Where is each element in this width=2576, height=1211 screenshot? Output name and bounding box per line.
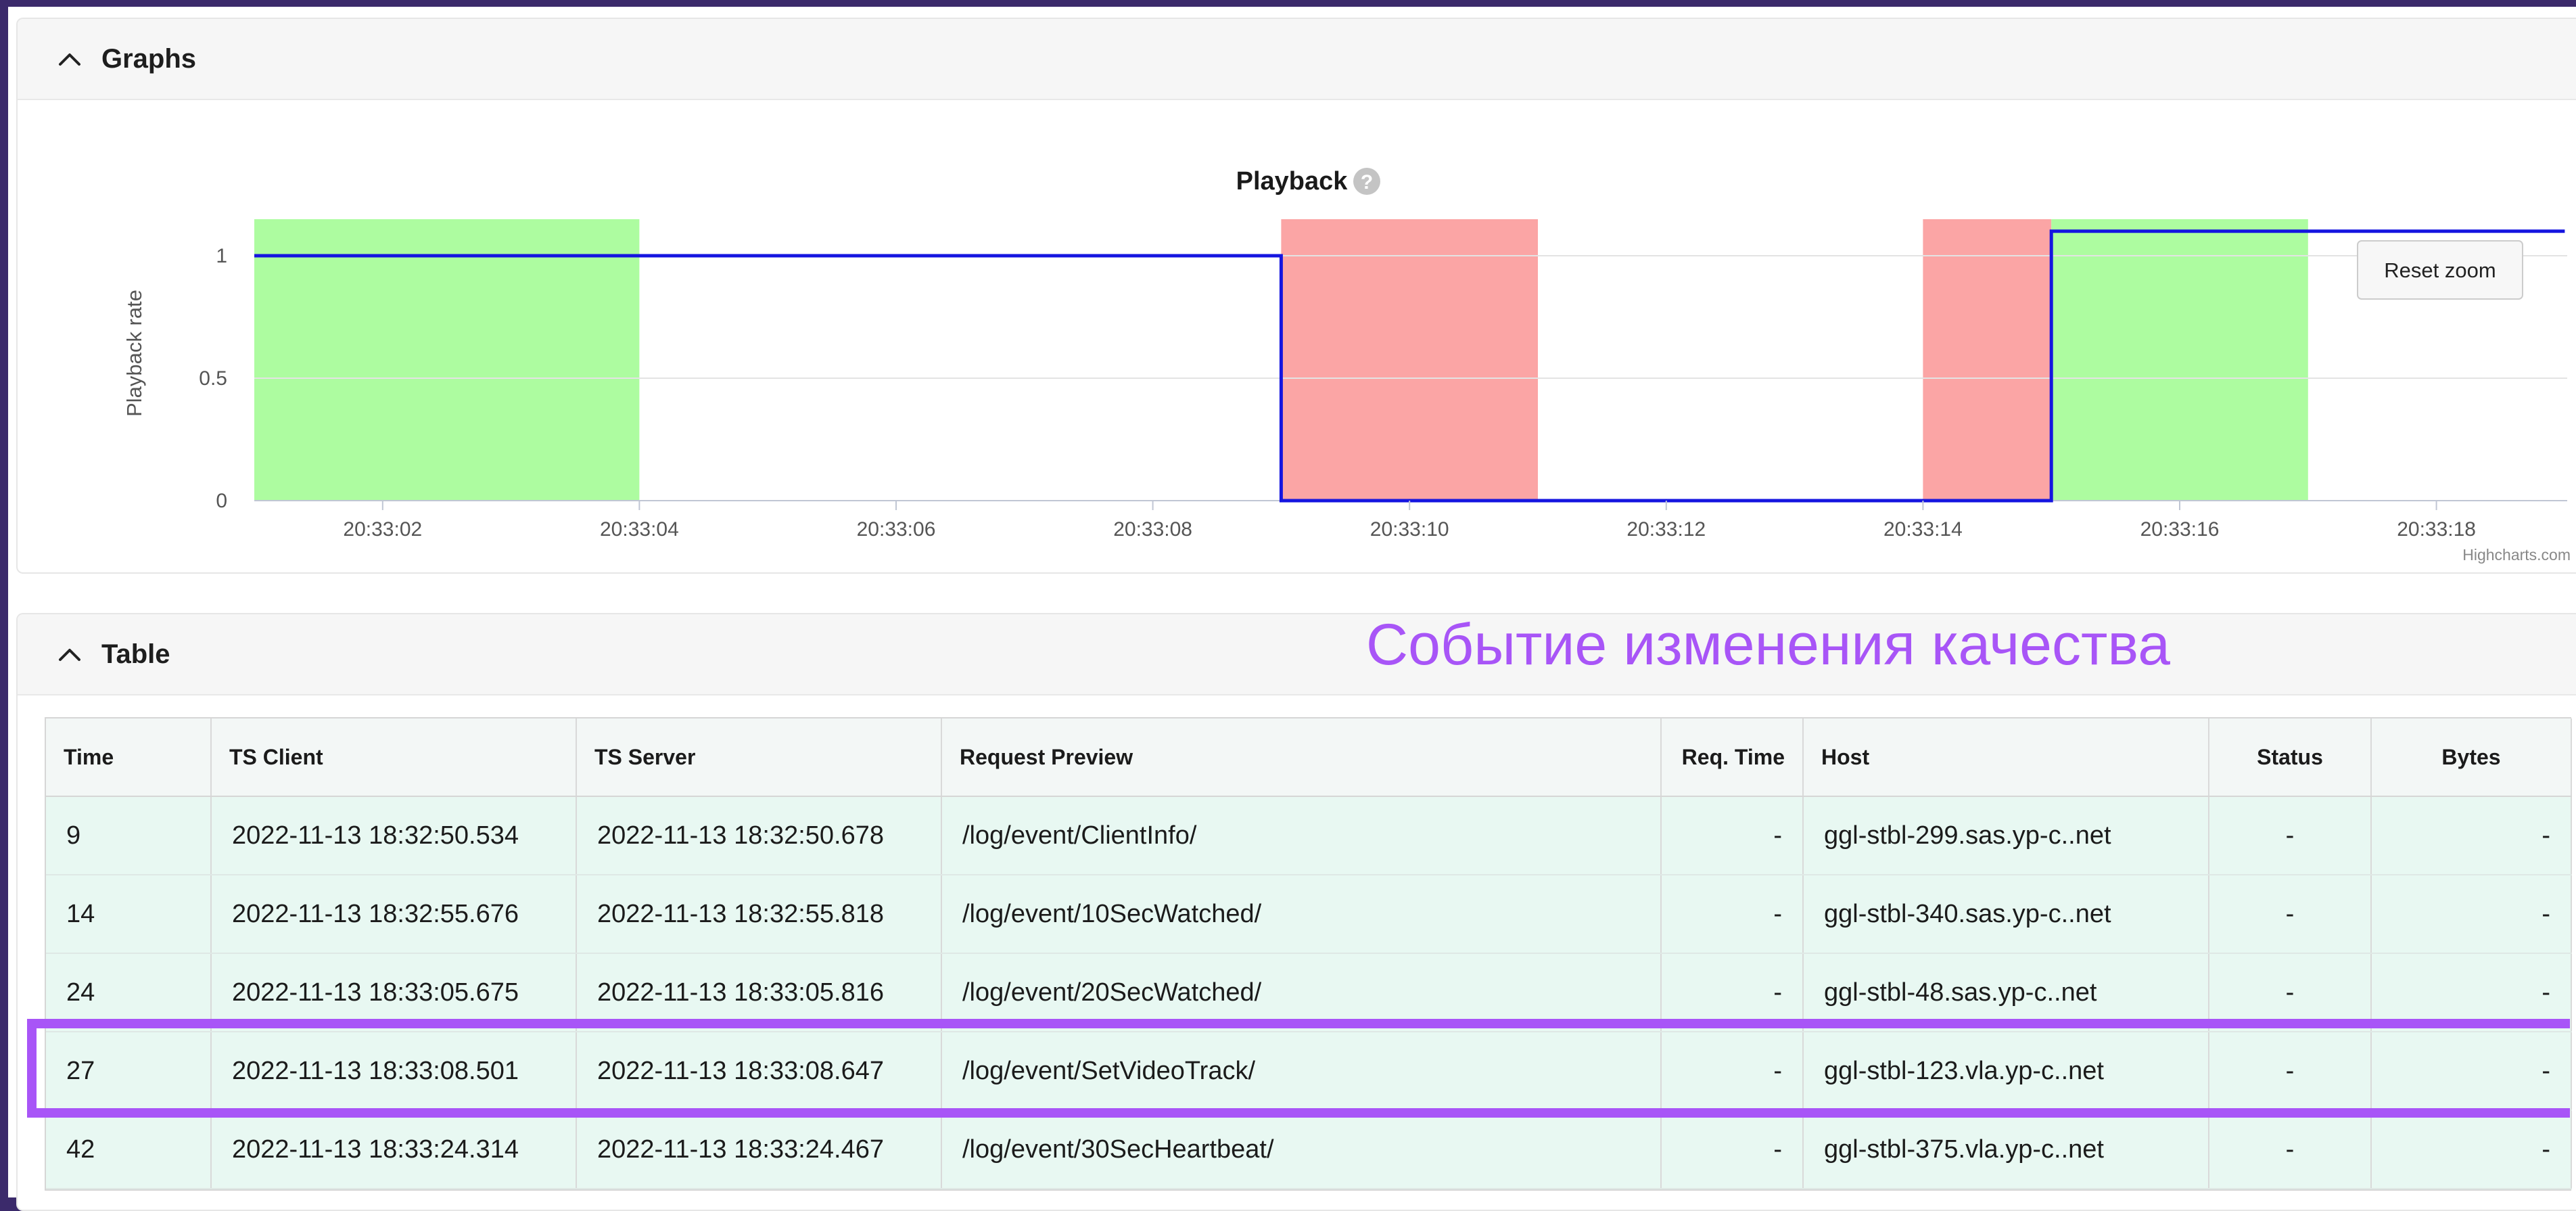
x-tick-label: 20:33:08 [1113,518,1192,541]
plot-band [1281,219,1538,501]
cell-status: - [2209,875,2372,954]
cell-status: - [2209,796,2372,875]
chart-title: Playback [1236,167,1349,196]
highcharts-credits[interactable]: Highcharts.com [2462,546,2571,564]
x-tick-label: 20:33:06 [857,518,936,541]
y-axis-title: Playback rate [122,290,146,417]
col-header-request-preview[interactable]: Request Preview [941,718,1662,797]
cell-time: 14 [46,875,212,954]
graphs-panel-header[interactable]: Graphs [18,19,2576,100]
x-tick-label: 20:33:10 [1370,518,1449,541]
table-title: Table [101,639,170,669]
reset-zoom-label: Reset zoom [2384,258,2496,282]
plot-band [2051,219,2308,501]
plot-band [254,219,640,501]
col-header-host[interactable]: Host [1803,718,2209,797]
x-tick-label: 20:33:14 [1883,518,1963,541]
col-header-status[interactable]: Status [2209,718,2372,797]
events-table: Time TS Client TS Server Request Preview… [45,717,2572,1191]
cell-bytes: - [2371,796,2572,875]
plot-band [1923,219,2052,501]
x-tick-label: 20:33:02 [343,518,422,541]
table-panel-header[interactable]: Table [18,614,2576,695]
table-row[interactable]: 9 2022-11-13 18:32:50.534 2022-11-13 18:… [46,796,2572,875]
x-tick-label: 20:33:12 [1626,518,1706,541]
reset-zoom-button[interactable]: Reset zoom [2357,240,2523,300]
cell-bytes: - [2371,1110,2572,1189]
cell-request-preview: /log/event/10SecWatched/ [941,875,1662,954]
cell-time: 9 [46,796,212,875]
cell-ts-client: 2022-11-13 18:32:55.676 [211,875,577,954]
cell-ts-client: 2022-11-13 18:32:50.534 [211,796,577,875]
graphs-title: Graphs [101,43,197,74]
chevron-up-icon[interactable] [50,635,89,674]
cell-host: ggl-stbl-299.sas.yp-c..net [1803,796,2209,875]
playback-chart[interactable]: 20:33:02 20:33:04 20:33:06 20:33:08 20:33:10… [18,100,2576,574]
cell-status: - [2209,1110,2372,1189]
cell-req-time: - [1661,796,1804,875]
x-axis-ticks: 20:33:02 20:33:04 20:33:06 20:33:08 20:33:10… [343,501,2476,541]
graphs-panel: Graphs 20:33:02 20:33:04 20:33:06 20:33:08 2… [16,18,2576,574]
table-row[interactable]: 42 2022-11-13 18:33:24.314 2022-11-13 18… [46,1110,2572,1189]
cell-ts-client: 2022-11-13 18:33:24.314 [211,1110,577,1189]
table-header-row: Time TS Client TS Server Request Preview… [46,718,2572,797]
chevron-up-icon[interactable] [50,39,89,78]
annotation-label: Событие изменения качества [1366,612,2170,677]
highlight-box [27,1019,2570,1118]
col-header-ts-server[interactable]: TS Server [576,718,942,797]
table-row[interactable]: 14 2022-11-13 18:32:55.676 2022-11-13 18… [46,875,2572,954]
y-tick-label: 1 [216,245,227,267]
cell-ts-server: 2022-11-13 18:33:24.467 [576,1110,942,1189]
col-header-bytes[interactable]: Bytes [2371,718,2572,797]
help-icon[interactable]: ? [1353,168,1380,195]
x-tick-label: 20:33:04 [600,518,679,541]
cell-time: 42 [46,1110,212,1189]
x-tick-label: 20:33:18 [2397,518,2476,541]
cell-ts-server: 2022-11-13 18:32:50.678 [576,796,942,875]
col-header-time[interactable]: Time [46,718,212,797]
y-tick-label: 0.5 [199,367,227,390]
cell-request-preview: /log/event/30SecHeartbeat/ [941,1110,1662,1189]
svg-text:?: ? [1361,171,1373,193]
y-tick-label: 0 [216,490,227,512]
cell-request-preview: /log/event/ClientInfo/ [941,796,1662,875]
col-header-ts-client[interactable]: TS Client [211,718,577,797]
cell-host: ggl-stbl-375.vla.yp-c..net [1803,1110,2209,1189]
cell-req-time: - [1661,875,1804,954]
cell-host: ggl-stbl-340.sas.yp-c..net [1803,875,2209,954]
col-header-req-time[interactable]: Req. Time [1661,718,1804,797]
cell-req-time: - [1661,1110,1804,1189]
cell-bytes: - [2371,875,2572,954]
x-tick-label: 20:33:16 [2140,518,2220,541]
cell-ts-server: 2022-11-13 18:32:55.818 [576,875,942,954]
y-axis-ticks: 00.51 [199,245,227,512]
